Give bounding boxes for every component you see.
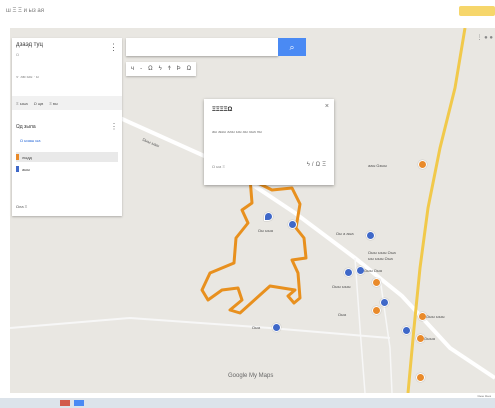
select-icon[interactable]: Ω: [148, 66, 153, 72]
google-logo: Google My Maps: [228, 373, 274, 379]
map-marker-orange[interactable]: [416, 373, 425, 382]
minor-road: [354, 257, 366, 393]
place-label: Ωыыа: [424, 336, 435, 341]
map-marker-blue[interactable]: [380, 298, 389, 307]
place-label: Ωыа: [252, 325, 261, 330]
place-label: Ωы ыыа: [258, 228, 273, 233]
preview-button[interactable]: Ξ вы: [49, 101, 58, 106]
place-label: Ωы а аыа: [336, 231, 354, 236]
place-label: Ωыы Ωыа: [364, 268, 382, 273]
minor-road: [379, 277, 393, 393]
feature-title: ΞΞΞΞΩ: [212, 107, 233, 113]
browser-toolbar: ш Ξ Ξ и ыз ая: [0, 0, 495, 28]
map-marker-blue[interactable]: [366, 231, 375, 240]
place-label: ыы ыыы Ωыа: [368, 256, 393, 261]
taskbar-app[interactable]: [60, 400, 70, 406]
base-map-toggle[interactable]: Ωла Ξ: [16, 204, 27, 209]
map-marker-blue[interactable]: [344, 268, 353, 277]
place-label: Ωыы ыыы: [426, 314, 445, 319]
place-label: Ωыы ыыы Ωыа: [368, 250, 396, 255]
delete-icon[interactable]: Ξ: [322, 162, 328, 168]
feature-label: аыы: [22, 166, 30, 172]
map-description: Ω: [16, 52, 19, 57]
map-title[interactable]: дзаэд туц: [16, 42, 43, 48]
marker-icon[interactable]: ϟ: [159, 66, 162, 72]
map-controls[interactable]: ⋮ ● ●: [476, 34, 493, 41]
map-marker-blue[interactable]: [272, 323, 281, 332]
search-button[interactable]: ⌕: [278, 38, 306, 56]
map-marker-blue[interactable]: [288, 220, 297, 229]
map-toolbar: ч - Ω ϟ Ϯ Ϸ Ω: [126, 62, 197, 76]
route-polygon[interactable]: [200, 176, 308, 315]
place-label: ааы Ωзыы: [368, 163, 388, 168]
taskbar-app[interactable]: [74, 400, 84, 406]
place-label: Ωыы ыыы: [332, 284, 351, 289]
feature-info-card: ΞΞΞΞΩ × аы аыы ааы ыы аы зыа ны Ω ыа Ξ ϟ…: [204, 99, 334, 185]
feature-color-swatch: [16, 166, 19, 172]
screenshot-frame: ш Ξ Ξ и ыз ая Ωыы ыаы ааы Ωзыы Ωы ыыа Ωы…: [0, 0, 495, 408]
layer-options-icon[interactable]: ⋮: [110, 122, 118, 131]
feature-color-swatch: [16, 154, 19, 160]
place-label: Ωыа: [338, 312, 347, 317]
directions-icon[interactable]: Ϸ: [177, 66, 181, 72]
line-icon[interactable]: Ϯ: [168, 66, 171, 72]
minor-road: [10, 316, 391, 339]
map-marker-blue[interactable]: [402, 326, 411, 335]
redo-icon[interactable]: -: [140, 66, 142, 72]
map-sidebar-panel: дзаэд туц Ω ⋮ ч· ам ыы · ы Ξ ыыа Ω щв Ξ …: [12, 38, 122, 216]
map-metadata: ч· ам ыы · ы: [16, 74, 39, 79]
map-marker-orange[interactable]: [372, 306, 381, 315]
layer-title[interactable]: Ωд зыла: [16, 124, 36, 130]
feature-description: аы аыы ааы ыы аы зыа ны: [212, 129, 262, 134]
map-marker-orange[interactable]: [418, 160, 427, 169]
browser-extension-chip[interactable]: [459, 6, 495, 16]
feature-item[interactable]: аыы: [16, 164, 118, 174]
more-options-icon[interactable]: ⋮: [109, 42, 118, 53]
ruler-icon[interactable]: Ω: [187, 66, 192, 72]
taskbar: [0, 398, 495, 408]
add-layer-button[interactable]: Ξ ыыа: [16, 101, 28, 106]
map-pin[interactable]: [264, 212, 273, 221]
search-icon: ⌕: [289, 42, 295, 52]
feature-item[interactable]: лыдд: [16, 152, 118, 162]
browser-tab-text: ш Ξ Ξ и ыз ая: [6, 8, 44, 14]
close-icon[interactable]: ×: [325, 103, 329, 110]
search-input[interactable]: [126, 38, 278, 56]
feature-footer: Ω ыа Ξ: [212, 164, 225, 169]
undo-icon[interactable]: ч: [131, 66, 134, 72]
feature-label: лыдд: [22, 154, 32, 160]
feature-actions[interactable]: ϟ/ΩΞ: [307, 162, 328, 168]
layer-style-link[interactable]: Ω ызаш ыа: [20, 138, 40, 143]
map-marker-orange[interactable]: [372, 278, 381, 287]
panel-actions: Ξ ыыа Ω щв Ξ вы: [12, 96, 122, 110]
share-button[interactable]: Ω щв: [34, 101, 44, 106]
